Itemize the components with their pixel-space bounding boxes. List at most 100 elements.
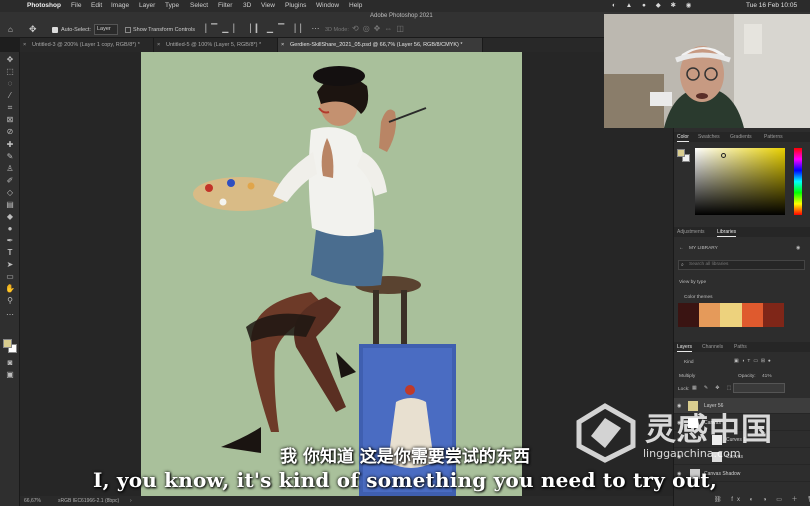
menu-type[interactable]: Type [165,0,179,12]
menu-file[interactable]: File [71,0,81,12]
menu-select[interactable]: Select [190,0,208,12]
3d-icons[interactable]: ⟲◎✥⇔◫ [352,24,408,33]
tab-paths[interactable]: Paths [734,342,747,352]
type-tool-icon[interactable]: T [5,248,15,258]
frame-tool-icon[interactable]: ⊠ [5,115,15,125]
subtitle-english: I, you know, it's kind of something you … [93,468,717,492]
menu-3d[interactable]: 3D [243,0,251,12]
3d-mode-label: 3D Mode: [325,27,349,33]
hand-tool-icon[interactable]: ✋ [5,284,15,294]
tab-gradients[interactable]: Gradients [730,132,752,142]
quick-select-tool-icon[interactable]: ⁄ [5,91,15,101]
tab-patterns[interactable]: Patterns [764,132,783,142]
tab-gerdien-skillshare[interactable]: × Gerdien-SkillShare_2021_05.psd @ 66,7%… [278,38,483,52]
lasso-tool-icon[interactable]: ◌ [5,79,15,89]
document-canvas[interactable] [141,52,522,496]
theme-color-2[interactable] [699,303,721,327]
color-panel-tabs: Color Swatches Gradients Patterns [674,132,810,142]
opacity-input[interactable]: 41% [762,374,772,379]
menu-window[interactable]: Window [316,0,339,12]
theme-color-4[interactable] [741,303,763,327]
blur-tool-icon[interactable]: ◆ [5,212,15,222]
artwork-illustration [193,66,456,496]
healing-tool-icon[interactable]: ✚ [5,140,15,150]
show-transform-checkbox[interactable] [125,27,131,33]
more-tools-icon[interactable]: ⋯ [5,310,15,320]
screen-mode-icon[interactable]: ▣ [5,370,15,380]
quick-mask-icon[interactable]: ◙ [5,358,15,368]
theme-color-3[interactable] [720,303,742,327]
menu-filter[interactable]: Filter [218,0,232,12]
pen-tool-icon[interactable]: ✒ [5,236,15,246]
eraser-tool-icon[interactable]: ◇ [5,188,15,198]
move-tool-icon[interactable]: ✥ [29,24,37,35]
tab-adjustments[interactable]: Adjustments [677,227,705,237]
home-icon[interactable]: ⌂ [8,25,13,34]
crop-tool-icon[interactable]: ⌗ [5,103,15,113]
status-arrow-icon[interactable]: › [130,496,132,506]
library-user-icon[interactable]: ◉ [796,246,800,251]
zoom-tool-icon[interactable]: ⚲ [5,296,15,306]
tab-untitled-5[interactable]: × Untitled-5 @ 100% (Layer 5, RGB/8*) * [154,38,278,52]
tab-untitled-3[interactable]: × Untitled-3 @ 200% (Layer 1 copy, RGB/8… [20,38,154,52]
color-profile[interactable]: sRGB IEC61966-2.1 (8bpc) [58,496,119,506]
tab-color[interactable]: Color [677,132,689,142]
stamp-tool-icon[interactable]: ♙ [5,164,15,174]
gradient-tool-icon[interactable]: ▤ [5,200,15,210]
mac-menubar: Photoshop File Edit Image Layer Type Sel… [0,0,810,12]
foreground-color-swatch[interactable] [3,339,12,348]
menu-image[interactable]: Image [111,0,129,12]
dodge-tool-icon[interactable]: ● [5,224,15,234]
library-search-input[interactable]: ⌕ Search all libraries [678,260,805,270]
tab-close-icon[interactable]: × [23,38,26,52]
opacity-label: Opacity: [738,374,756,379]
layer-actions-icons[interactable]: ⛓ fx ◐ ◑ ▭ ＋ 🗑 [714,494,810,503]
status-icons: ◐ ▲ ● ◆ ✱ ◉ [612,2,696,9]
tools-panel: ✥ ⬚ ◌ ⁄ ⌗ ⊠ ⊘ ✚ ✎ ♙ ✐ ◇ ▤ ◆ ● ✒ T ➤ ▭ ✋ … [0,52,20,506]
tab-swatches[interactable]: Swatches [698,132,720,142]
panel-fg-swatch[interactable] [677,149,685,157]
move-tool-icon[interactable]: ✥ [5,55,15,65]
presenter-video [604,14,810,128]
theme-color-5[interactable] [762,303,785,327]
auto-select-dropdown[interactable]: Layer [94,24,118,35]
tab-channels[interactable]: Channels [702,342,723,352]
tab-close-icon[interactable]: × [157,38,160,52]
library-name[interactable]: MY LIBRARY [689,246,718,251]
shape-tool-icon[interactable]: ▭ [5,272,15,282]
brush-tool-icon[interactable]: ✎ [5,152,15,162]
color-picker-field[interactable] [695,148,785,215]
library-back-icon[interactable]: ← [679,246,684,251]
tab-libraries[interactable]: Libraries [717,227,737,237]
blend-mode-dropdown[interactable]: Multiply [679,374,695,379]
layers-panel-tabs: Layers Channels Paths [674,342,810,352]
align-icons[interactable]: ▕▔▁▏▕▎▁▔▕▏⋯ [200,24,325,33]
menu-plugins[interactable]: Plugins [285,0,306,12]
status-bar: 66,67% sRGB IEC61966-2.1 (8bpc) › [20,496,673,506]
menu-view[interactable]: View [261,0,275,12]
zoom-level[interactable]: 66,67% [24,496,41,506]
watermark-logo-icon [575,402,637,464]
layer-kind-filter[interactable]: Kind [684,360,694,365]
color-picker-cursor[interactable] [721,153,726,158]
history-brush-icon[interactable]: ✐ [5,176,15,186]
tab-close-icon[interactable]: × [281,38,284,52]
eyedropper-tool-icon[interactable]: ⊘ [5,127,15,137]
auto-select-checkbox[interactable] [52,27,58,33]
color-theme-swatches[interactable] [678,303,785,327]
view-by-dropdown[interactable]: View by type [679,280,706,285]
menu-help[interactable]: Help [349,0,362,12]
layer-filter-icons[interactable]: ▣◑T▭⊞● [734,359,774,364]
menu-edit[interactable]: Edit [91,0,102,12]
tab-label: Untitled-5 @ 100% (Layer 5, RGB/8*) * [166,42,262,48]
marquee-tool-icon[interactable]: ⬚ [5,67,15,77]
tab-label: Gerdien-SkillShare_2021_05.psd @ 66,7% (… [290,42,463,48]
tab-label: Untitled-3 @ 200% (Layer 1 copy, RGB/8*)… [32,42,140,48]
hue-slider[interactable] [794,148,802,215]
path-select-icon[interactable]: ➤ [5,260,15,270]
theme-color-1[interactable] [678,303,700,327]
tab-layers[interactable]: Layers [677,342,693,352]
app-menu[interactable]: Photoshop [27,0,61,12]
document-tab-bar: × Untitled-3 @ 200% (Layer 1 copy, RGB/8… [20,38,673,52]
menu-layer[interactable]: Layer [139,0,155,12]
